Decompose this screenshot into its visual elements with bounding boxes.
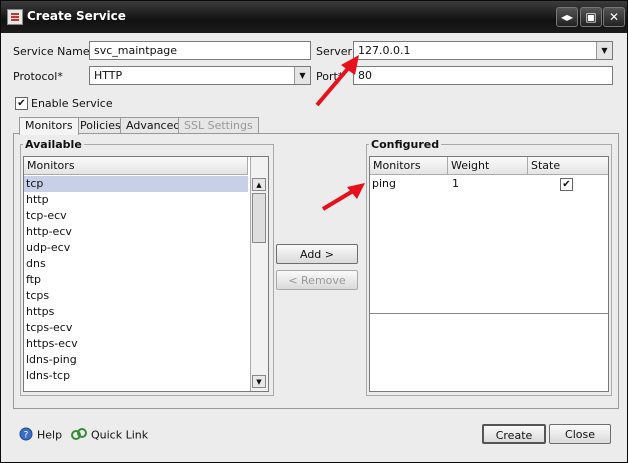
maximize-icon[interactable]: ▣ [580,7,602,27]
chevron-down-icon[interactable]: ▼ [596,42,612,59]
list-item[interactable]: ldns-tcp [24,368,248,384]
row-state-checkbox[interactable]: ✔ [560,178,573,191]
quick-link-icon [71,427,87,444]
configured-col-weight[interactable]: Weight [448,157,528,175]
service-name-label: Service Name* [13,45,96,58]
row-weight: 1 [452,177,459,190]
chevron-down-icon[interactable]: ▼ [294,67,310,84]
service-name-input[interactable]: svc_maintpage [89,41,311,60]
configured-monitors-table[interactable]: Monitors Weight State ping 1 ✔ [369,156,609,392]
monitors-tab-panel: Available Monitors tcp http tcp-ecv http-ec… [13,133,619,409]
tab-policies[interactable]: Policies [74,117,127,134]
list-item[interactable]: ldns-ping [24,352,248,368]
list-item[interactable]: https [24,304,248,320]
svg-text:?: ? [24,431,29,441]
annotation-arrow-ping [321,183,365,211]
create-service-dialog: Create Service ◂▸ ▣ ✕ Service Name* svc_… [0,0,628,463]
configured-title: Configured [369,138,442,151]
scroll-thumb[interactable] [252,193,266,243]
list-item[interactable]: ftp [24,272,248,288]
close-button[interactable]: Close [549,424,611,444]
close-window-icon[interactable]: ✕ [603,7,625,27]
quick-link-label[interactable]: Quick Link [91,429,148,442]
help-link[interactable]: ? Help [19,427,62,444]
list-item[interactable]: https-ecv [24,336,248,352]
list-item[interactable]: udp-ecv [24,240,248,256]
list-item[interactable]: tcps [24,288,248,304]
protocol-select[interactable]: HTTP ▼ [89,66,311,85]
remove-button: < Remove [276,270,358,290]
quick-link[interactable]: Quick Link [71,427,148,444]
help-label[interactable]: Help [37,429,62,442]
title-bar: Create Service ◂▸ ▣ ✕ [1,1,627,33]
scroll-up-icon[interactable]: ▲ [252,178,266,191]
list-item[interactable]: tcp-ecv [24,208,248,224]
annotation-arrow-server [315,55,359,107]
table-row[interactable]: ping 1 ✔ [370,176,606,192]
help-icon: ? [19,427,33,444]
list-item[interactable]: dns [24,256,248,272]
table-divider [370,313,608,314]
server-combo[interactable]: 127.0.0.1 ▼ [353,41,613,60]
tab-ssl-settings: SSL Settings [178,117,259,134]
protocol-value: HTTP [94,69,123,82]
protocol-label: Protocol* [13,70,63,83]
tab-monitors[interactable]: Monitors [19,117,79,135]
available-scrollbar[interactable]: ▲ ▼ [250,157,268,391]
enable-service-label: Enable Service [31,97,113,110]
available-title: Available [23,138,84,151]
scroll-down-icon[interactable]: ▼ [252,375,266,388]
restore-icon[interactable]: ◂▸ [556,7,578,27]
app-icon [7,9,23,25]
port-input[interactable]: 80 [353,66,613,85]
list-item[interactable]: tcps-ecv [24,320,248,336]
add-button[interactable]: Add > [276,244,358,264]
list-item[interactable]: http [24,192,248,208]
available-monitors-list[interactable]: Monitors tcp http tcp-ecv http-ecv udp-ecv dn… [23,156,269,392]
create-button[interactable]: Create [482,424,546,444]
available-column-header[interactable]: Monitors [24,157,248,175]
configured-col-state[interactable]: State [528,157,608,175]
enable-service-checkbox[interactable]: ✔ [15,97,28,110]
window-title: Create Service [27,9,126,23]
row-monitor: ping [372,177,396,190]
list-item[interactable]: tcp [24,176,248,192]
list-item[interactable]: http-ecv [24,224,248,240]
configured-col-monitors[interactable]: Monitors [370,157,448,175]
tab-advanced[interactable]: Advanced [120,117,187,134]
